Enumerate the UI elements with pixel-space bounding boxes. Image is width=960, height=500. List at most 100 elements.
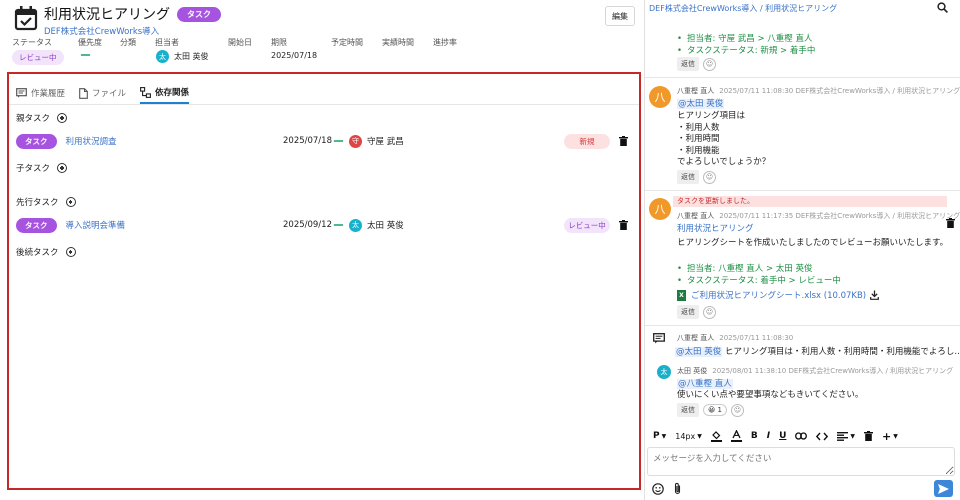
add-successor-task-icon[interactable] (65, 247, 76, 257)
tab-history[interactable]: 作業履歴 (16, 82, 65, 104)
predecessor-task-assignee-name: 太田 英俊 (367, 221, 404, 231)
excel-file-icon: X (677, 289, 686, 301)
add-reaction-icon[interactable]: ☺ (730, 403, 744, 417)
fill-color-button[interactable] (710, 430, 722, 442)
parent-task-assignee-name: 守屋 武昌 (367, 137, 404, 147)
message-actions: 返信 ☺ (677, 57, 716, 71)
code-button[interactable] (816, 432, 829, 441)
add-reaction-icon[interactable]: ☺ (703, 57, 716, 71)
mention[interactable]: @太田 英俊 (675, 347, 723, 357)
message-line: ヒアリング項目は (677, 111, 746, 121)
paperclip-icon[interactable] (673, 482, 682, 495)
search-icon[interactable] (937, 2, 948, 13)
predecessor-task-row[interactable]: タスク 導入説明会準備 2025/09/12 ー 太 太田 英俊 レビュー中 (16, 217, 634, 233)
app-root: 利用状況ヒアリング タスク DEF株式会社CrewWorks導入 編集 ステータ… (0, 0, 960, 500)
breadcrumb[interactable]: DEF株式会社CrewWorks導入 / 利用状況ヒアリング (649, 3, 837, 14)
trash-icon (864, 431, 874, 441)
change-line: タスクステータス: 着手中 > レビュー中 (677, 274, 841, 286)
status-value[interactable]: レビュー中 (12, 50, 64, 65)
parent-task-section: 親タスク (16, 112, 68, 124)
paragraph-style-dropdown[interactable]: P ▼ (653, 431, 666, 441)
message-meta: 2025/07/11 11:08:30 (719, 334, 794, 342)
tab-dependencies[interactable]: 依存関係 (140, 82, 190, 104)
align-left-icon (837, 431, 849, 441)
font-size-dropdown[interactable]: 14px ▼ (675, 432, 702, 441)
message-actions: 返信 😀 1 ☺ (677, 403, 744, 417)
text-color-icon (730, 430, 742, 442)
meta-label-planned: 予定時間 (331, 38, 363, 47)
meta-label-status: ステータス (12, 38, 52, 47)
edit-button[interactable]: 編集 (605, 6, 635, 26)
add-parent-task-icon[interactable] (57, 113, 68, 123)
change-line: 担当者: 守屋 武昌 > 八重樫 直人 (677, 32, 813, 44)
align-dropdown[interactable]: ▼ (837, 431, 855, 441)
message-line: @太田 英俊 ヒアリング項目は・利用人数・利用時間・利用機能でよろし... (675, 345, 960, 357)
delete-button[interactable] (864, 431, 874, 441)
reply-button[interactable]: 返信 (677, 403, 699, 417)
add-reaction-icon[interactable]: ☺ (703, 170, 716, 184)
priority-value[interactable]: ー (80, 47, 91, 63)
tab-files[interactable]: ファイル (79, 82, 126, 104)
bold-button[interactable]: B (751, 431, 758, 441)
add-child-task-icon[interactable] (57, 163, 68, 173)
reply-button[interactable]: 返信 (677, 170, 699, 184)
meta-label-actual: 実績時間 (382, 38, 414, 47)
message-input[interactable] (647, 447, 955, 476)
attachment-name[interactable]: ご利用状況ヒアリングシート.xlsx (10.07KB) (691, 289, 866, 301)
avatar: 守 (349, 134, 362, 148)
add-reaction-icon[interactable]: ☺ (703, 305, 716, 319)
parent-task-link[interactable]: 利用状況調査 (66, 135, 117, 147)
chevron-down-icon: ▼ (893, 432, 898, 440)
chevron-down-icon: ▼ (697, 432, 702, 440)
paragraph-style-label: P (653, 431, 660, 441)
reaction-badge[interactable]: 😀 1 (703, 404, 727, 416)
composer-actions (652, 482, 682, 495)
reply-button[interactable]: 返信 (677, 305, 699, 319)
parent-task-assignee: 守 守屋 武昌 (349, 134, 404, 148)
message-divider (645, 325, 960, 326)
message-text: ヒアリング項目は・利用人数・利用時間・利用機能でよろし... (724, 347, 960, 357)
status-badge: レビュー中 (564, 217, 610, 233)
project-link[interactable]: DEF株式会社CrewWorks導入 (44, 25, 221, 37)
tab-files-label: ファイル (92, 89, 127, 99)
underline-button[interactable]: U (779, 431, 786, 441)
download-icon[interactable] (870, 290, 880, 300)
trash-icon[interactable] (946, 218, 955, 228)
reply-button[interactable]: 返信 (677, 57, 699, 71)
message-actions: 返信 ☺ (677, 305, 716, 319)
successor-task-section: 後続タスク (16, 246, 76, 258)
message-actions: 返信 ☺ (677, 170, 716, 184)
parent-task-label: 親タスク (16, 114, 51, 124)
message-line: @太田 英俊 (677, 97, 725, 109)
file-icon (79, 87, 88, 99)
add-predecessor-task-icon[interactable] (65, 197, 76, 207)
predecessor-task-section: 先行タスク (16, 196, 76, 208)
attachment[interactable]: X ご利用状況ヒアリングシート.xlsx (10.07KB) (677, 289, 880, 301)
comment-icon (653, 333, 665, 344)
emoji-icon[interactable] (652, 482, 664, 495)
trash-icon[interactable] (619, 136, 628, 146)
message-author: 太田 英俊 (677, 367, 708, 375)
message-header: 八重樫 直人 2025/07/11 11:17:35 DEF株式会社CrewWor… (677, 211, 960, 221)
send-button[interactable] (934, 480, 953, 497)
chat-pane: DEF株式会社CrewWorks導入 / 利用状況ヒアリング 担当者: 守屋 武… (644, 0, 960, 500)
dependency-panel: 作業履歴 ファイル 依存関係 親タスク タスク 利用状況調査 2025/07/1… (7, 72, 641, 490)
update-banner: タスクを更新しました。 (673, 196, 947, 207)
link-button[interactable] (795, 432, 808, 440)
message-divider (645, 77, 960, 78)
due-value[interactable]: 2025/07/18 (271, 51, 317, 60)
trash-icon[interactable] (619, 220, 628, 230)
task-link[interactable]: 利用状況ヒアリング (677, 222, 754, 234)
font-size-label: 14px (675, 431, 696, 441)
parent-task-row[interactable]: タスク 利用状況調査 2025/07/18 ー 守 守屋 武昌 新規 (16, 133, 634, 149)
insert-dropdown[interactable]: + ▼ (882, 430, 898, 443)
status-badge: 新規 (564, 133, 610, 149)
avatar: 太 (349, 218, 362, 232)
predecessor-task-link[interactable]: 導入説明会準備 (66, 219, 126, 231)
mention[interactable]: @太田 英俊 (677, 99, 725, 109)
assignee-value[interactable]: 太 太田 英俊 (156, 50, 209, 63)
text-color-button[interactable] (730, 430, 742, 442)
italic-button[interactable]: I (767, 431, 770, 441)
meta-label-start: 開始日 (228, 38, 252, 47)
message-meta: 2025/07/11 11:17:35 DEF株式会社CrewWorks導入 /… (719, 212, 960, 220)
